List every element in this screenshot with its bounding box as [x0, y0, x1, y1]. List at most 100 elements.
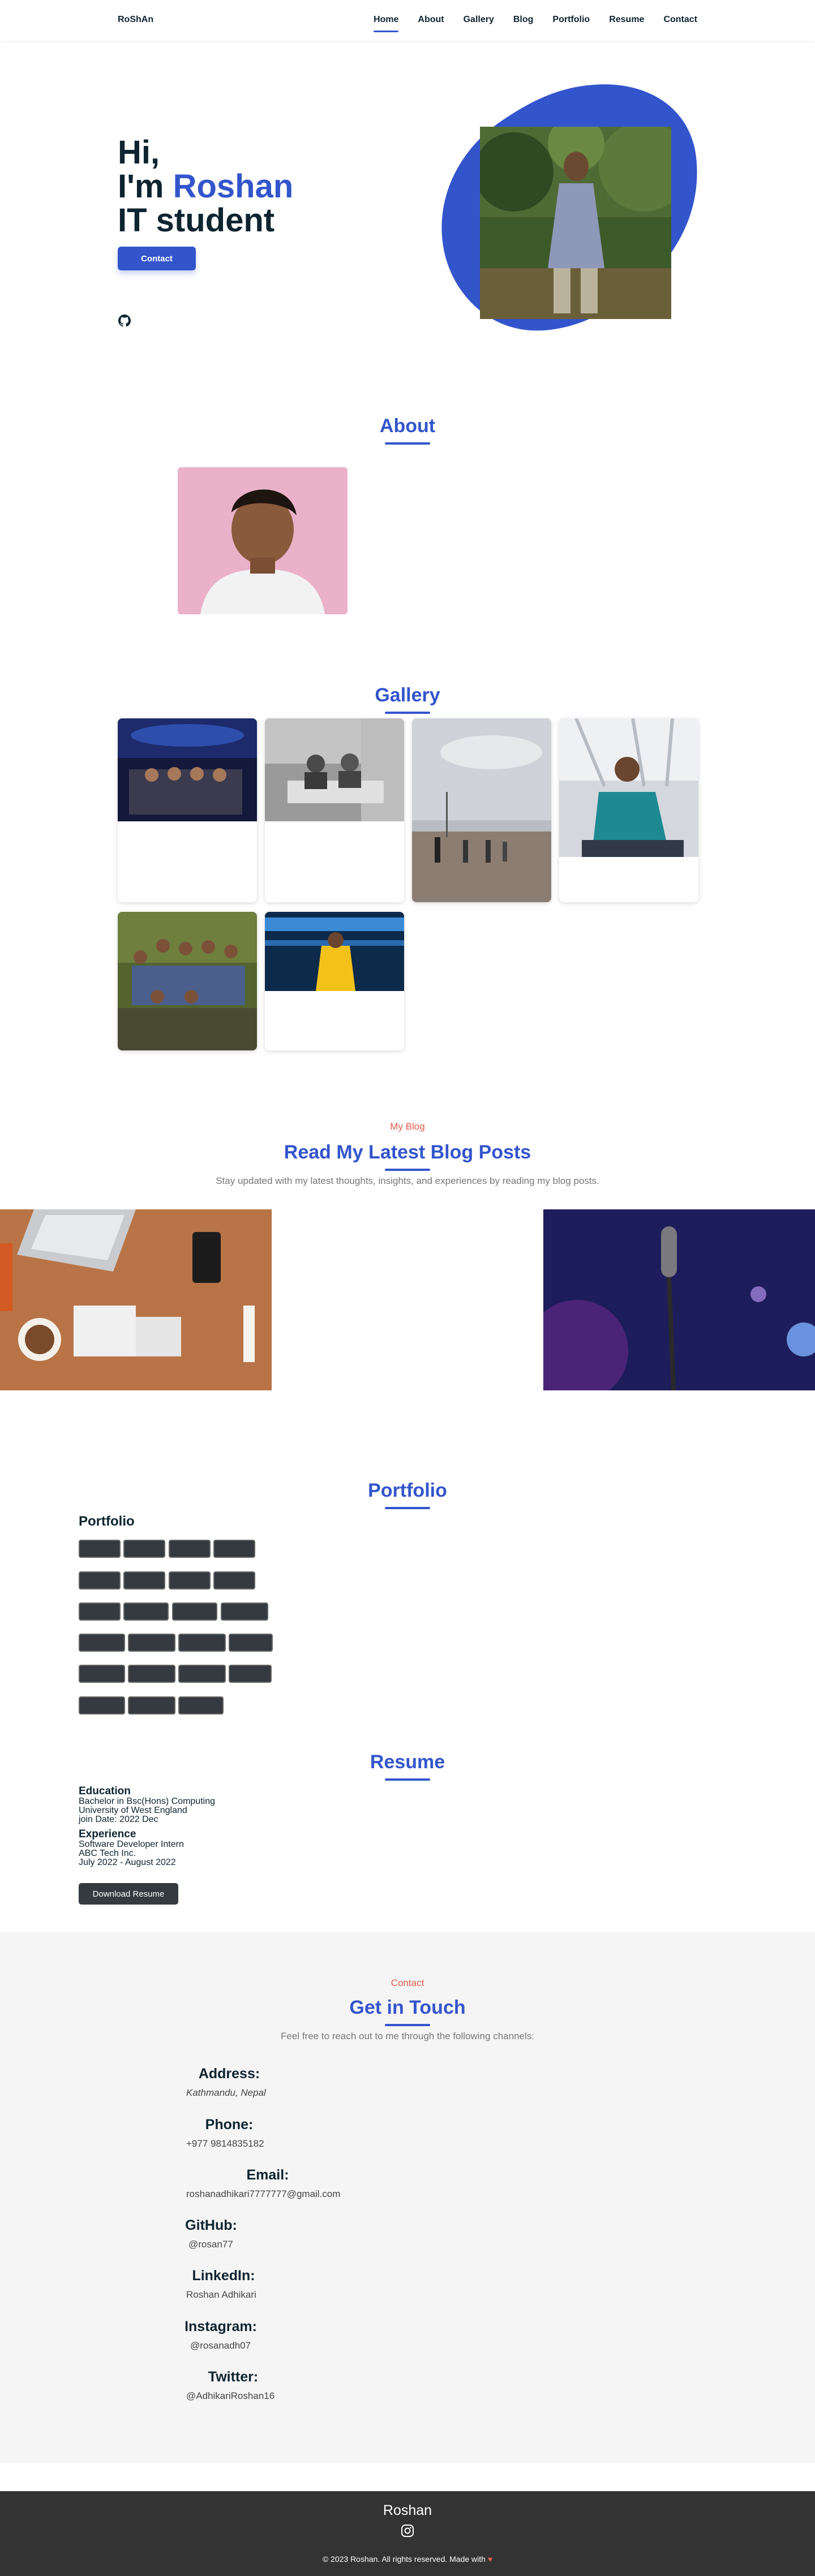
portfolio-subtitle: Portfolio	[79, 1514, 135, 1529]
resume-title: Resume	[370, 1751, 445, 1773]
portfolio-item-23[interactable]	[178, 1696, 224, 1715]
contact-title: Get in Touch	[349, 1997, 466, 2018]
contact-github-label: GitHub:	[185, 2217, 237, 2233]
blog-subtitle: Stay updated with my latest thoughts, in…	[216, 1175, 599, 1186]
nav-link-contact[interactable]: Contact	[663, 15, 697, 25]
experience-period: July 2022 - August 2022	[79, 1858, 176, 1867]
about-title-underline	[385, 442, 430, 445]
portfolio-item-22[interactable]	[128, 1696, 175, 1715]
blog-post-image-microphone[interactable]	[543, 1209, 815, 1390]
footer-copyright: © 2023 Roshan. All rights reserved. Made…	[0, 2555, 815, 2564]
contact-address-label: Address:	[198, 2066, 260, 2082]
hero-intro-prefix: I'm	[118, 168, 173, 205]
heart-icon: ♥	[487, 2555, 493, 2564]
gallery-card-5[interactable]	[118, 912, 257, 1050]
contact-kicker: Contact	[391, 1978, 424, 1988]
footer-copyright-text: © 2023 Roshan. All rights reserved. Made…	[322, 2555, 486, 2564]
gallery-photo-cricket	[265, 912, 404, 991]
portfolio-title: Portfolio	[368, 1480, 447, 1501]
blog-post-image-desk[interactable]	[0, 1209, 272, 1390]
contact-twitter-value[interactable]: @AdhikariRoshan16	[186, 2390, 274, 2402]
github-icon[interactable]	[118, 315, 131, 327]
portfolio-item-16[interactable]	[229, 1634, 273, 1652]
education-university: University of West England	[79, 1806, 187, 1815]
education-join-date: join Date: 2022 Dec	[79, 1815, 158, 1824]
gallery-card-3[interactable]	[412, 718, 551, 902]
nav-link-resume[interactable]: Resume	[609, 15, 644, 25]
hero-profile-photo	[480, 127, 671, 319]
gallery-photo-bw-table	[265, 718, 404, 821]
nav-link-portfolio[interactable]: Portfolio	[552, 15, 590, 25]
contact-subtitle: Feel free to reach out to me through the…	[281, 2031, 534, 2041]
site-logo[interactable]: RoShAn	[118, 15, 153, 25]
portfolio-item-7[interactable]	[169, 1571, 211, 1589]
portfolio-item-14[interactable]	[128, 1634, 175, 1652]
contact-instagram-label: Instagram:	[185, 2319, 257, 2334]
portfolio-item-4[interactable]	[213, 1540, 255, 1558]
portfolio-item-17[interactable]	[79, 1665, 125, 1683]
contact-button[interactable]: Contact	[118, 247, 196, 270]
contact-instagram-value[interactable]: @rosanadh07	[190, 2340, 251, 2351]
portfolio-item-8[interactable]	[213, 1571, 255, 1589]
portfolio-item-10[interactable]	[123, 1603, 169, 1621]
portfolio-item-19[interactable]	[178, 1665, 226, 1683]
portfolio-item-13[interactable]	[79, 1634, 125, 1652]
hero-greeting: Hi,	[118, 134, 160, 171]
contact-email-value[interactable]: roshanadhikari7777777@gmail.com	[186, 2189, 340, 2200]
contact-phone-label: Phone:	[205, 2117, 254, 2133]
gallery-card-4[interactable]	[559, 718, 698, 902]
nav-link-gallery[interactable]: Gallery	[464, 15, 494, 25]
education-heading: Education	[79, 1785, 131, 1797]
portfolio-title-underline	[385, 1507, 430, 1509]
contact-email-label: Email:	[246, 2167, 289, 2183]
about-title: About	[379, 415, 436, 437]
hero-intro: I'm Roshan	[118, 170, 293, 204]
nav-link-blog[interactable]: Blog	[513, 15, 534, 25]
contact-twitter-label: Twitter:	[208, 2369, 259, 2385]
experience-company: ABC Tech Inc.	[79, 1849, 136, 1858]
portfolio-item-21[interactable]	[79, 1696, 125, 1715]
gallery-title: Gallery	[375, 684, 440, 706]
portfolio-item-12[interactable]	[221, 1603, 268, 1621]
nav-link-home[interactable]: Home	[373, 15, 399, 32]
portfolio-item-15[interactable]	[178, 1634, 226, 1652]
portfolio-item-3[interactable]	[169, 1540, 211, 1558]
main-nav: Home About Gallery Blog Portfolio Resume…	[373, 15, 697, 32]
contact-title-underline	[385, 2024, 430, 2026]
about-photo	[178, 467, 348, 614]
gallery-card-2[interactable]	[265, 718, 404, 902]
portfolio-item-11[interactable]	[172, 1603, 217, 1621]
gallery-card-6[interactable]	[265, 912, 404, 1050]
blog-title: Read My Latest Blog Posts	[284, 1141, 531, 1163]
instagram-icon[interactable]	[401, 2524, 414, 2538]
portfolio-item-6[interactable]	[123, 1571, 165, 1589]
contact-address-value: Kathmandu, Nepal	[186, 2087, 266, 2098]
hero-heading: Hi, I'm Roshan IT student	[118, 136, 293, 238]
hero-name: Roshan	[173, 168, 294, 205]
site-header: RoShAn Home About Gallery Blog Portfolio…	[0, 0, 815, 41]
contact-linkedin-value[interactable]: Roshan Adhikari	[186, 2289, 256, 2301]
gallery-title-underline	[385, 712, 430, 714]
contact-linkedin-label: LinkedIn:	[192, 2268, 255, 2284]
portfolio-item-20[interactable]	[229, 1665, 272, 1683]
portfolio-item-1[interactable]	[79, 1540, 121, 1558]
gallery-photo-walkway	[412, 718, 551, 902]
experience-role: Software Developer Intern	[79, 1840, 184, 1849]
portfolio-item-2[interactable]	[123, 1540, 165, 1558]
gallery-photo-group-stage	[118, 718, 257, 821]
gallery-card-1[interactable]	[118, 718, 257, 902]
nav-link-about[interactable]: About	[418, 15, 444, 25]
footer-name: Roshan	[383, 2502, 432, 2518]
blog-title-underline	[385, 1169, 430, 1171]
resume-title-underline	[385, 1778, 430, 1781]
portfolio-item-5[interactable]	[79, 1571, 121, 1589]
hero-role: IT student	[118, 202, 275, 239]
education-degree: Bachelor in Bsc(Hons) Computing	[79, 1797, 215, 1806]
gallery-photo-sitting	[559, 718, 698, 857]
contact-github-value[interactable]: @rosan77	[188, 2239, 233, 2250]
portfolio-item-9[interactable]	[79, 1603, 121, 1621]
portfolio-item-18[interactable]	[128, 1665, 175, 1683]
gallery-photo-friends	[118, 912, 257, 1050]
download-resume-button[interactable]: Download Resume	[79, 1883, 178, 1905]
contact-phone-value[interactable]: +977 9814835182	[186, 2138, 264, 2149]
